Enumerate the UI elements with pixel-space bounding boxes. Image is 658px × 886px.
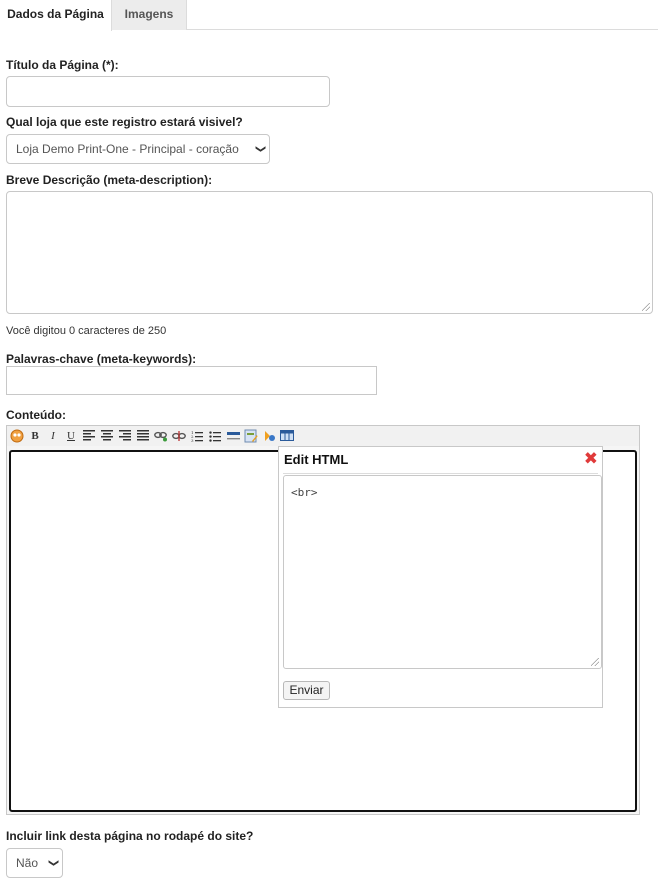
- chevron-down-icon: ❯: [254, 144, 266, 154]
- table-icon[interactable]: [280, 428, 294, 443]
- underline-icon[interactable]: U: [64, 428, 78, 443]
- align-left-icon[interactable]: [82, 428, 96, 443]
- close-icon[interactable]: ✖: [584, 449, 598, 469]
- html-source-textarea[interactable]: <br>: [283, 475, 602, 669]
- rodape-select[interactable]: Não ❯: [6, 848, 63, 878]
- editor-toolbar: B I U 123: [7, 426, 639, 446]
- divider: [283, 473, 598, 474]
- svg-text:3: 3: [191, 438, 194, 442]
- loja-select-value: Loja Demo Print-One - Principal - coraçã…: [16, 142, 239, 156]
- align-justify-icon[interactable]: [136, 428, 150, 443]
- align-center-icon[interactable]: [100, 428, 114, 443]
- unordered-list-icon[interactable]: [208, 428, 222, 443]
- rodape-label: Incluir link desta página no rodapé do s…: [6, 829, 254, 843]
- ordered-list-icon[interactable]: 123: [190, 428, 204, 443]
- resize-handle-icon[interactable]: [642, 303, 650, 311]
- titulo-label: Título da Página (*):: [6, 58, 119, 72]
- chevron-down-icon: ❯: [47, 858, 59, 868]
- keywords-input[interactable]: [6, 366, 377, 395]
- align-right-icon[interactable]: [118, 428, 132, 443]
- char-counter: Você digitou 0 caracteres de 250: [6, 325, 167, 337]
- image-icon[interactable]: [244, 428, 258, 443]
- resize-handle-icon[interactable]: [591, 658, 599, 666]
- enviar-button[interactable]: Enviar: [283, 681, 330, 700]
- html-source-value: <br>: [291, 486, 318, 499]
- tab-imagens[interactable]: Imagens: [112, 0, 187, 30]
- descricao-label: Breve Descrição (meta-description):: [6, 173, 213, 187]
- tab-bar: Dados da Página Imagens: [0, 0, 658, 31]
- loja-label: Qual loja que este registro estará visiv…: [6, 115, 243, 129]
- titulo-input[interactable]: [6, 76, 330, 107]
- loja-select[interactable]: Loja Demo Print-One - Principal - coraçã…: [6, 134, 270, 164]
- italic-icon[interactable]: I: [46, 428, 60, 443]
- bold-icon[interactable]: B: [28, 428, 42, 443]
- rodape-select-value: Não: [16, 856, 39, 870]
- horizontal-rule-icon[interactable]: [226, 428, 240, 443]
- link-icon[interactable]: [154, 428, 168, 443]
- tab-dados-da-pagina[interactable]: Dados da Página: [0, 0, 112, 31]
- conteudo-label: Conteúdo:: [6, 408, 66, 422]
- unlink-icon[interactable]: [172, 428, 186, 443]
- dialog-title: Edit HTML: [284, 452, 349, 467]
- html-source-icon[interactable]: [10, 428, 24, 443]
- descricao-textarea[interactable]: [6, 191, 653, 314]
- edit-html-dialog: Edit HTML ✖ <br>: [278, 446, 603, 708]
- keywords-label: Palavras-chave (meta-keywords):: [6, 352, 197, 366]
- insert-special-icon[interactable]: [262, 428, 276, 443]
